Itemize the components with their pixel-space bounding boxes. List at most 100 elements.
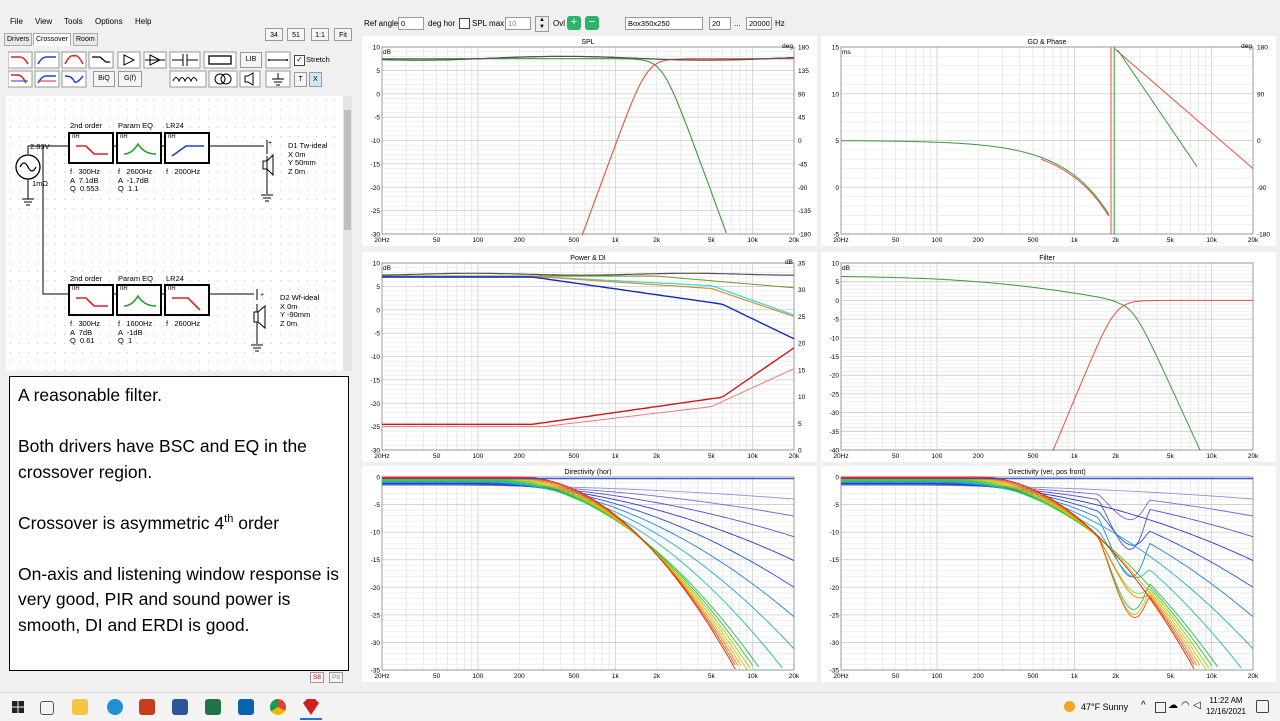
powerpoint-icon[interactable] [139, 699, 155, 715]
remove-icon[interactable]: − [585, 16, 599, 30]
row1-lr24-block[interactable]: IIR [164, 132, 210, 164]
transformer-icon[interactable] [208, 70, 238, 88]
source-impedance: 1mΩ [32, 179, 49, 188]
inductor-icon[interactable] [169, 70, 207, 88]
plus-sign: + [268, 140, 273, 147]
word-icon[interactable] [172, 699, 188, 715]
p8-button[interactable]: P8 [329, 672, 343, 683]
ref-angle-input[interactable]: 0 [398, 17, 424, 30]
excel-icon[interactable] [205, 699, 221, 715]
row2-2nd-order-block[interactable]: IIR [68, 284, 114, 316]
gd-phase-chart[interactable]: GD & Phasemsdeg151050-5180900-90-18020Hz… [821, 36, 1276, 246]
tweeter-driver-icon[interactable] [262, 153, 276, 177]
y-tick-label: -20 [830, 373, 840, 380]
baffle-input[interactable]: Box350x250 [625, 17, 703, 30]
menu-tools[interactable]: Tools [64, 17, 83, 26]
scrollbar-thumb[interactable] [344, 110, 351, 230]
freq-low-input[interactable]: 20 [709, 17, 731, 30]
zoom-34-button[interactable]: 34 [265, 28, 283, 41]
schematic-scrollbar[interactable] [343, 96, 352, 371]
clock-time[interactable]: 11:22 AM [1205, 696, 1247, 705]
file-explorer-icon[interactable] [72, 699, 88, 715]
ground-icon[interactable] [265, 70, 291, 88]
unit-right: deg [782, 43, 793, 50]
add-icon[interactable]: + [567, 16, 581, 30]
row2-lr24-block[interactable]: IIR [164, 284, 210, 316]
row2-param-eq-block[interactable]: IIR [116, 284, 162, 316]
shelf-icon[interactable] [88, 51, 114, 69]
outlook-icon[interactable] [238, 699, 254, 715]
directivity-hor-chart[interactable]: Directivity (hor)dB0-5-10-15-20-25-30-35… [362, 466, 817, 682]
x-tick-label: 50 [433, 237, 441, 244]
edge-icon[interactable] [107, 699, 123, 715]
gf-button[interactable]: G(f) [118, 71, 142, 87]
spl-max-checkbox[interactable] [459, 18, 470, 29]
stretch-checkbox[interactable]: ✓ [294, 55, 305, 66]
y-tick-label: -35 [830, 429, 840, 436]
spl-spinner[interactable]: ▲ ▼ [535, 16, 549, 32]
resistor-icon[interactable] [203, 51, 237, 69]
peak-curve-icon [123, 294, 157, 307]
allpass-icon[interactable] [61, 70, 87, 88]
filter-chart[interactable]: FilterdB1050-5-10-15-20-25-30-35-4020Hz 5… [821, 252, 1276, 462]
tab-drivers[interactable]: Drivers [4, 33, 33, 46]
spl-max-input[interactable]: 10 [505, 17, 531, 30]
woofer-driver-icon[interactable] [253, 304, 269, 332]
unit-right: deg [1241, 43, 1252, 50]
spl-chart[interactable]: SPLdBdeg1050-5-10-15-20-25-3018013590450… [362, 36, 817, 246]
speaker-icon[interactable] [239, 70, 261, 88]
volume-icon[interactable]: ◁ [1193, 700, 1201, 711]
menu-file[interactable]: File [10, 17, 23, 26]
lowpass-red-icon[interactable] [7, 51, 33, 69]
highpass-blue-icon[interactable] [34, 51, 60, 69]
x-button[interactable]: X [309, 72, 322, 87]
row1-params-2: f 2000Hz [166, 167, 201, 176]
directivity-ver-plot: Directivity (ver, pos front) dB 0 -5 -10 -15-… [821, 466, 1276, 682]
notifications-icon[interactable] [1256, 700, 1269, 713]
clock-date[interactable]: 12/16/2021 [1203, 707, 1249, 716]
cloud-icon[interactable]: ☁ [1168, 700, 1178, 711]
directivity-line [841, 479, 1210, 669]
tab-room[interactable]: Room [73, 33, 98, 46]
windows-start-icon[interactable] [12, 701, 24, 713]
amplifier-icon[interactable] [117, 51, 141, 69]
fit-button[interactable]: Fit [334, 28, 352, 41]
tray-chevron-icon[interactable]: ^ [1141, 700, 1146, 711]
menu-options[interactable]: Options [95, 17, 123, 26]
bandpass-icon[interactable] [61, 51, 87, 69]
lowpass-red2-icon[interactable] [7, 70, 33, 88]
wifi-icon[interactable]: ◠ [1181, 700, 1190, 711]
weather-text[interactable]: 47°F Sunny [1081, 702, 1128, 712]
x-tick-label: 500 [569, 673, 580, 680]
biq-button[interactable]: BiQ [93, 71, 115, 87]
freq-high-input[interactable]: 20000 [746, 17, 772, 30]
wire-icon[interactable] [265, 51, 291, 69]
x-tick-label: 500 [569, 237, 580, 244]
amplifier-line-icon[interactable] [143, 51, 167, 69]
x-tick-label: 1k [612, 237, 620, 244]
voltage-source-icon[interactable] [13, 152, 43, 182]
directivity-ver-chart[interactable]: Directivity (ver, pos front)dB0-5-10-15-… [821, 466, 1276, 682]
menu-help[interactable]: Help [135, 17, 151, 26]
capacitor-icon[interactable] [169, 51, 201, 69]
x-tick-label: 10k [1206, 237, 1217, 244]
menu-view[interactable]: View [35, 17, 52, 26]
tab-crossover[interactable]: Crossover [33, 33, 71, 46]
power-di-chart[interactable]: Power & DIdBdB1050-5-10-15-20-25-3035302… [362, 252, 817, 462]
vituixcad-icon[interactable] [303, 699, 319, 715]
task-view-icon[interactable] [40, 701, 54, 715]
y-tick-label-right: -135 [798, 208, 811, 215]
s8-button[interactable]: S8 [310, 672, 324, 683]
zoom-1to1-button[interactable]: 1:1 [311, 28, 329, 41]
zoom-51-button[interactable]: 51 [287, 28, 305, 41]
unit-right: dB [785, 259, 793, 266]
row1-param-eq-block[interactable]: IIR [116, 132, 162, 164]
filter-plot: Filter dB 10 5 0 -5 -10 -15 -20 -25 -30 -35 -40 20Hz 5… [821, 252, 1276, 462]
tray-app-icon[interactable] [1155, 702, 1166, 713]
chrome-icon[interactable] [270, 699, 286, 715]
lib-button[interactable]: LIB [240, 52, 262, 68]
row1-2nd-order-block[interactable]: IIR [68, 132, 114, 164]
highpass-blue2-icon[interactable] [34, 70, 60, 88]
t-button[interactable]: T [294, 72, 307, 87]
x-tick-label: 10k [747, 673, 758, 680]
